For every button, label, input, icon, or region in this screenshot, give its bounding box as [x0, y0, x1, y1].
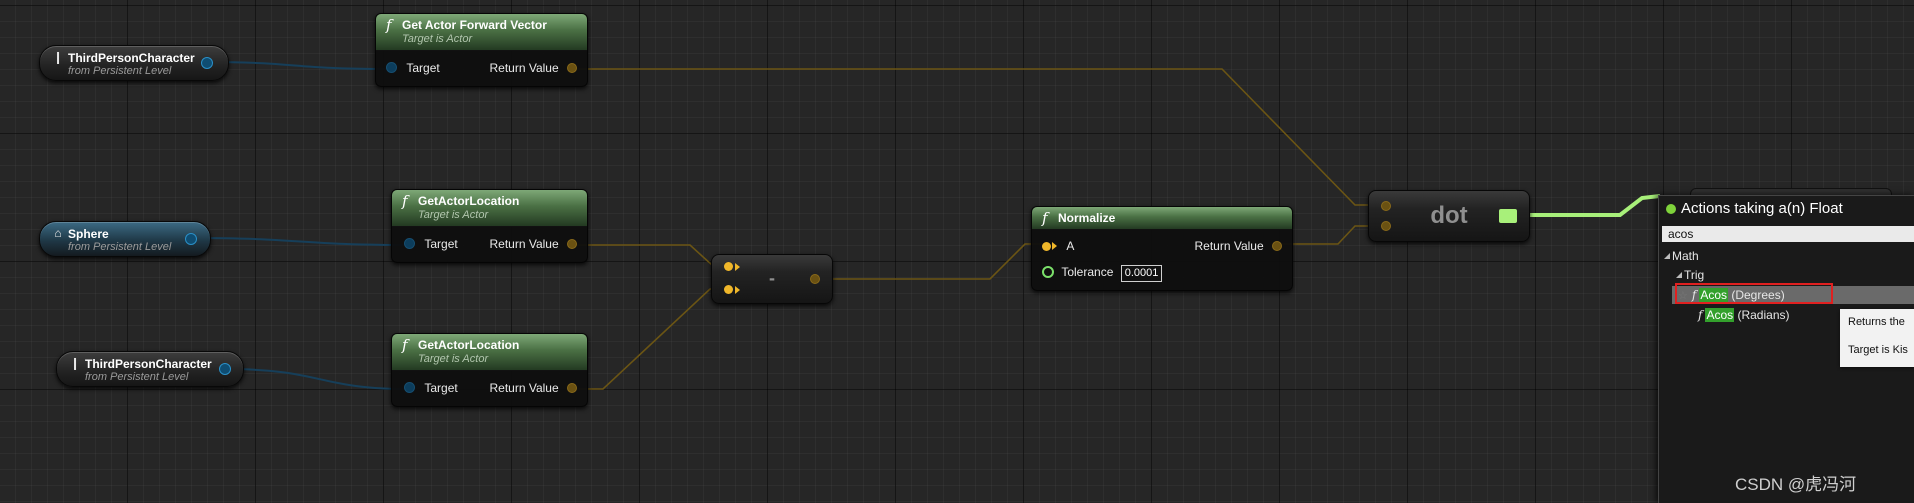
vector-wire: [571, 68, 1383, 206]
normalize-node[interactable]: f Normalize A Return Value Tolerance 0.0…: [1031, 206, 1293, 291]
return-value-pin[interactable]: [567, 239, 577, 249]
category-trig[interactable]: Trig: [1676, 268, 1704, 282]
node-title: GetActorLocation: [418, 338, 520, 352]
pin-label: Return Value: [489, 237, 559, 251]
tolerance-pin-row[interactable]: Tolerance 0.0001: [1042, 265, 1163, 282]
get-actor-forward-vector-node[interactable]: f Get Actor Forward Vector Target is Act…: [375, 13, 588, 87]
function-icon: f: [402, 192, 408, 210]
sphere-node[interactable]: ⌂ Sphere from Persistent Level: [39, 221, 211, 257]
target-pin-row[interactable]: Target: [404, 381, 458, 395]
vector-wire: [571, 288, 728, 390]
object-wire: [225, 368, 407, 390]
search-match: Acos: [1705, 308, 1735, 322]
pin-label: Target: [424, 237, 458, 251]
float-type-icon: [1666, 204, 1676, 214]
node-subtitle: from Persistent Level: [68, 241, 172, 253]
object-wire: [205, 61, 389, 70]
get-actor-location-node-2[interactable]: f GetActorLocation Target is Actor Targe…: [391, 333, 588, 407]
menu-item-acos-radians[interactable]: f Acos (Radians): [1698, 308, 1790, 322]
pin-label: Return Value: [489, 61, 559, 75]
return-value-pin-row[interactable]: Return Value: [489, 381, 577, 395]
node-subtitle: Target is Actor: [418, 353, 489, 365]
node-header: f GetActorLocation Target is Actor: [392, 190, 587, 227]
watermark: CSDN @虎冯河: [1735, 475, 1857, 494]
target-pin-row[interactable]: Target: [404, 237, 458, 251]
search-input[interactable]: acos: [1662, 226, 1914, 242]
function-icon: f: [1042, 209, 1048, 227]
third-person-character-node-2[interactable]: ❙ ThirdPersonCharacter from Persistent L…: [56, 351, 244, 387]
category-label: Math: [1672, 249, 1699, 263]
tree-arrow-icon: [1664, 253, 1670, 259]
return-value-pin[interactable]: [567, 383, 577, 393]
output-pin[interactable]: [201, 57, 213, 69]
return-value-pin[interactable]: [567, 63, 577, 73]
return-value-pin-row[interactable]: Return Value: [489, 237, 577, 251]
actor-icon: ❙: [69, 356, 81, 370]
node-header: f Normalize: [1032, 207, 1292, 230]
function-icon: f: [402, 336, 408, 354]
category-math[interactable]: Math: [1664, 249, 1699, 263]
actor-icon: ❙: [52, 50, 64, 64]
a-pin-row[interactable]: A: [1042, 239, 1074, 253]
node-header: f Get Actor Forward Vector Target is Act…: [376, 14, 587, 51]
category-label: Trig: [1684, 268, 1705, 282]
output-pin[interactable]: [1499, 209, 1517, 223]
a-pin[interactable]: [1042, 242, 1051, 251]
dot-node[interactable]: dot: [1368, 190, 1530, 242]
float-wire: [1510, 194, 1661, 217]
function-icon: f: [1698, 308, 1703, 322]
return-value-pin[interactable]: [1272, 241, 1282, 251]
return-value-pin-row[interactable]: Return Value: [489, 61, 577, 75]
tolerance-input[interactable]: 0.0001: [1120, 265, 1163, 282]
node-title: Get Actor Forward Vector: [402, 18, 547, 32]
output-pin[interactable]: [185, 233, 197, 245]
pin-label: Tolerance: [1061, 265, 1114, 279]
tooltip: Returns the Target is Kis: [1840, 309, 1914, 367]
target-pin-row[interactable]: Target: [386, 61, 440, 75]
wires-layer: [191, 61, 1661, 390]
get-actor-location-node-1[interactable]: f GetActorLocation Target is Actor Targe…: [391, 189, 588, 263]
node-title: Sphere: [68, 227, 109, 241]
node-subtitle: Target is Actor: [402, 33, 473, 45]
tooltip-line-1: Returns the: [1848, 316, 1905, 328]
pin-label: Return Value: [489, 381, 559, 395]
menu-title: Actions taking a(n) Float: [1681, 200, 1843, 217]
pin-label: Target: [424, 381, 458, 395]
node-title: GetActorLocation: [418, 194, 520, 208]
tolerance-pin[interactable]: [1042, 266, 1054, 278]
sphere-icon: ⌂: [54, 226, 62, 240]
node-header: f GetActorLocation Target is Actor: [392, 334, 587, 371]
menu-header: Actions taking a(n) Float: [1659, 196, 1914, 220]
output-pin[interactable]: [219, 363, 231, 375]
pin-label: Target: [406, 61, 440, 75]
target-pin[interactable]: [386, 62, 397, 73]
item-label-rest: (Radians): [1734, 308, 1790, 322]
return-value-pin-row[interactable]: Return Value: [1194, 239, 1282, 253]
object-wire: [191, 237, 407, 246]
target-pin[interactable]: [404, 382, 415, 393]
node-title: ThirdPersonCharacter: [85, 357, 212, 371]
node-subtitle: from Persistent Level: [68, 65, 172, 77]
target-pin[interactable]: [404, 238, 415, 249]
node-subtitle: from Persistent Level: [85, 371, 189, 383]
node-subtitle: Target is Actor: [418, 209, 489, 221]
tooltip-line-2: Target is Kis: [1848, 344, 1908, 356]
node-title: Normalize: [1058, 211, 1116, 225]
selection-highlight-box: [1675, 283, 1833, 304]
subtract-node[interactable]: -: [711, 254, 833, 304]
pin-label: A: [1066, 239, 1075, 253]
third-person-character-node-1[interactable]: ❙ ThirdPersonCharacter from Persistent L…: [39, 45, 229, 81]
pin-label: Return Value: [1194, 239, 1264, 253]
vector-wire: [814, 243, 1044, 280]
vector-wire: [571, 244, 728, 267]
node-title: ThirdPersonCharacter: [68, 51, 195, 65]
tree-arrow-icon: [1676, 272, 1682, 278]
function-icon: f: [386, 16, 392, 34]
output-pin[interactable]: [810, 274, 820, 284]
a-pin-arrow: [1052, 242, 1057, 250]
